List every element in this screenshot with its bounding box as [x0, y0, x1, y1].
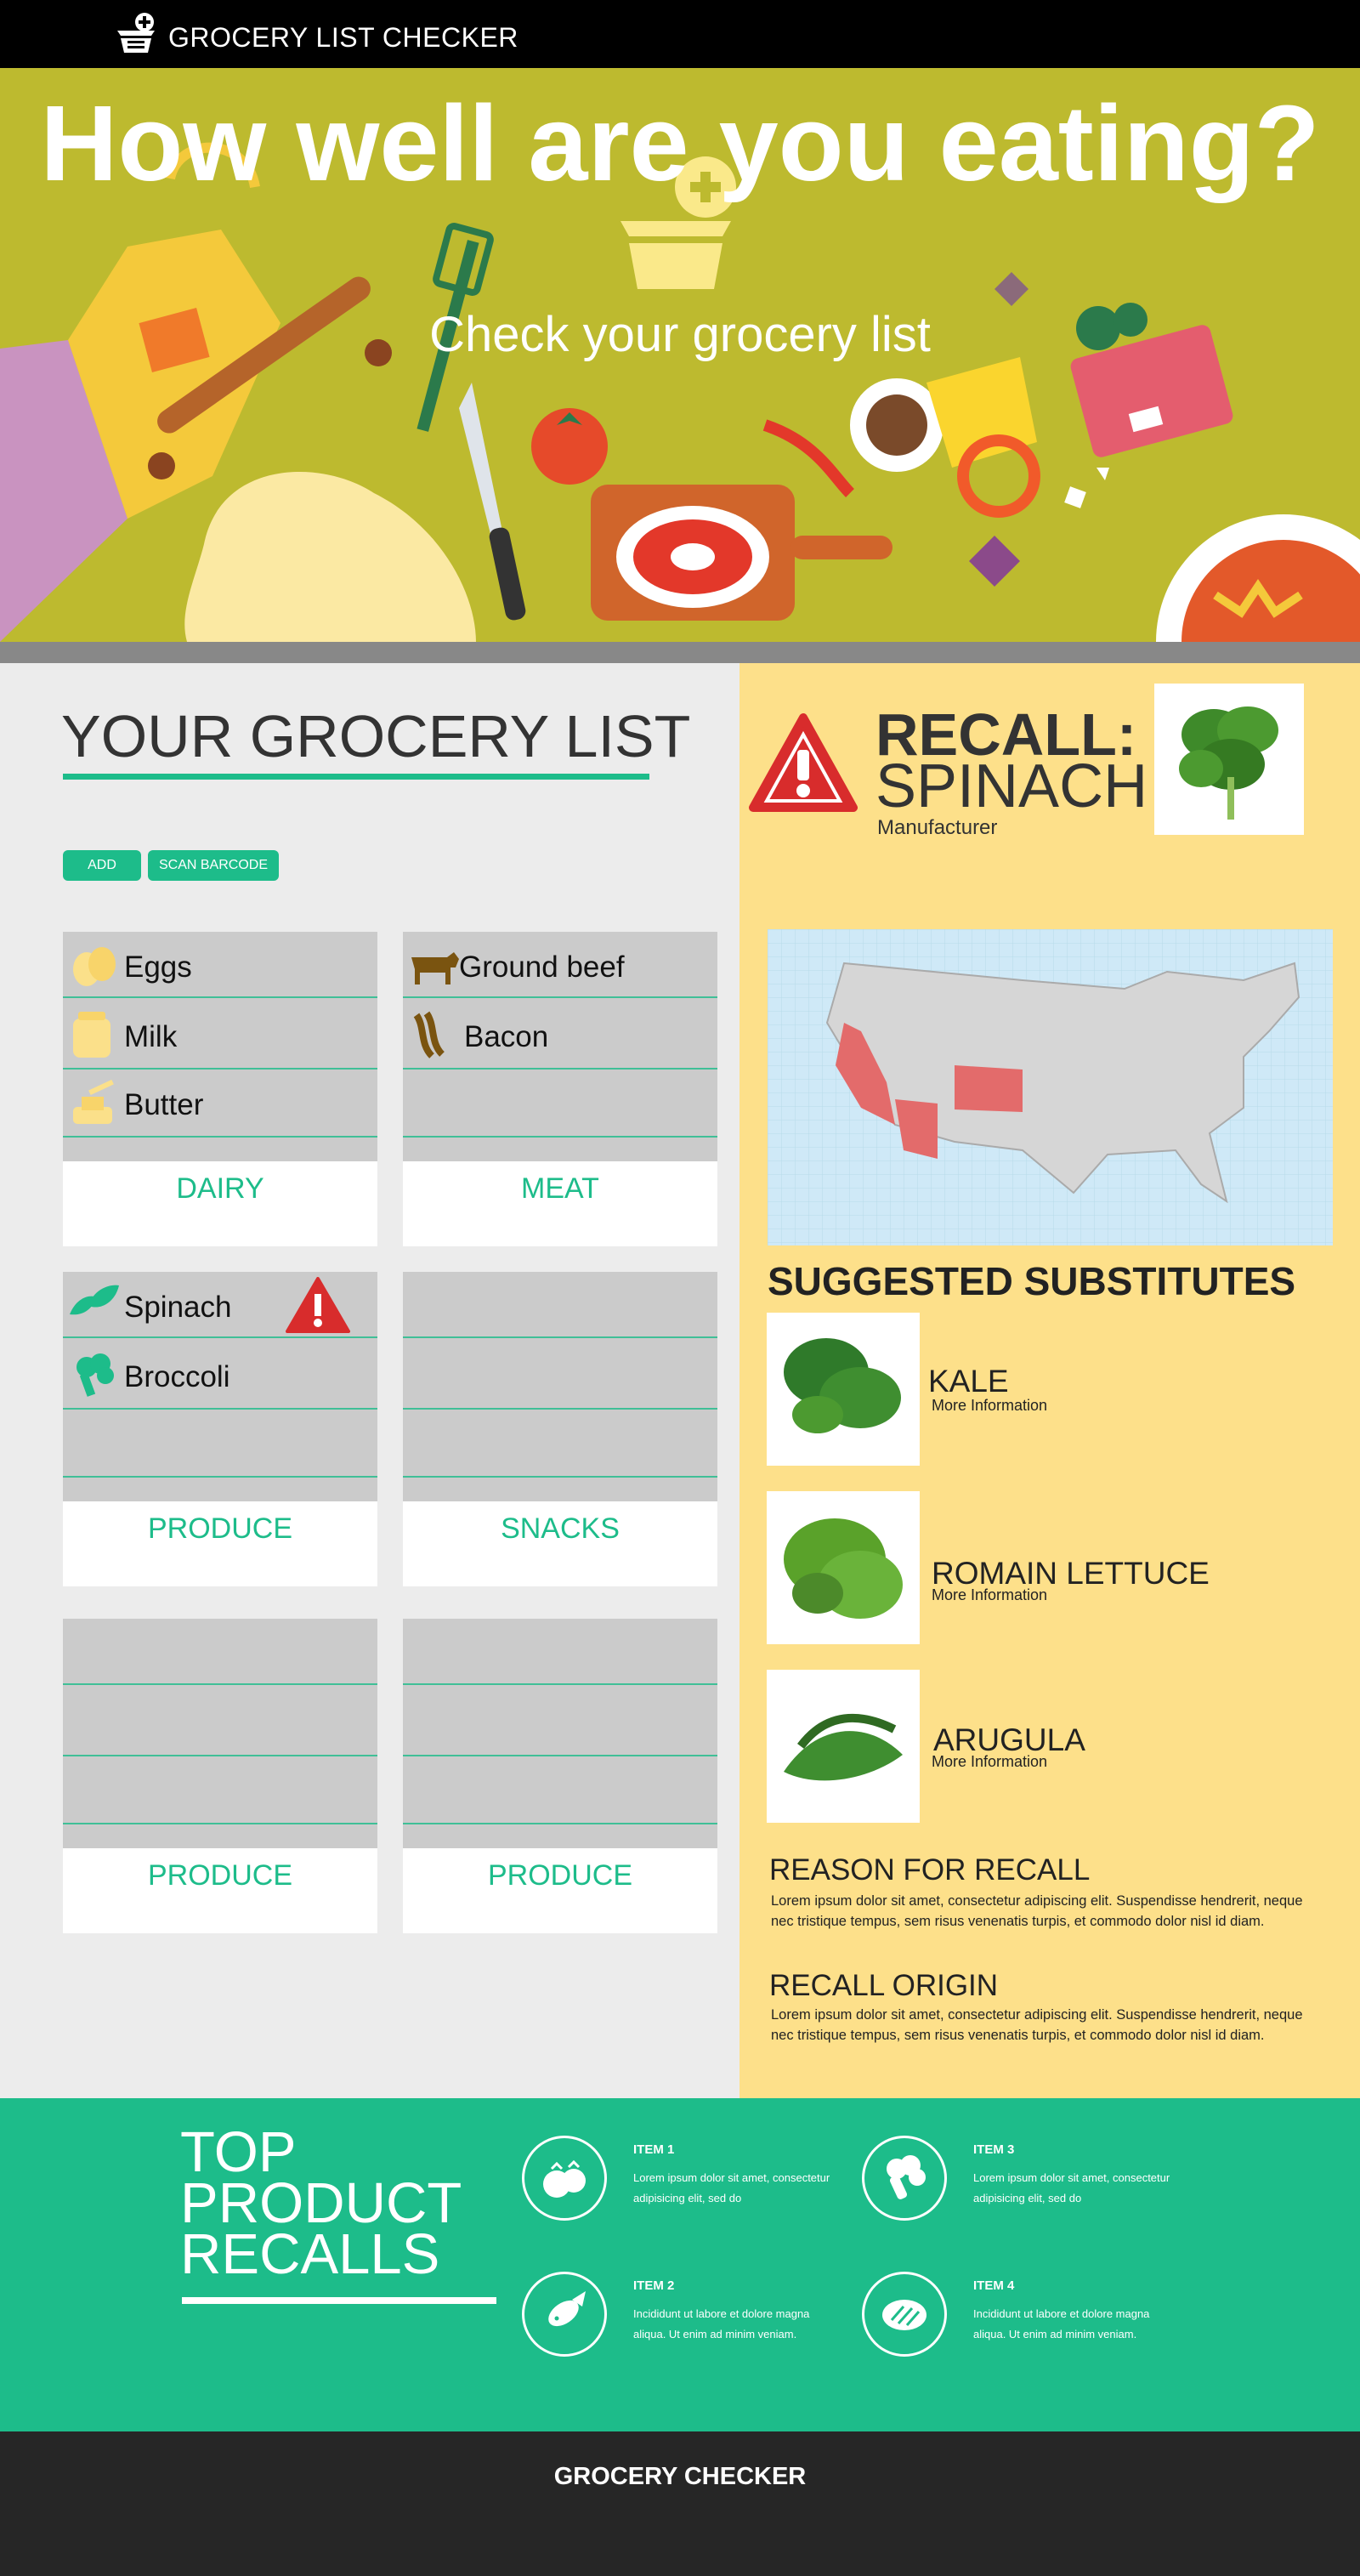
list-item[interactable]: Milk — [63, 1001, 377, 1068]
warning-icon — [749, 713, 858, 812]
section-divider — [0, 642, 1360, 663]
heading-underline — [182, 2297, 496, 2304]
slot-divider — [403, 1683, 717, 1685]
tomato-icon[interactable] — [522, 2136, 607, 2221]
slot-divider — [403, 1755, 717, 1756]
category-label: PRODUCE — [147, 1859, 293, 1892]
recall-item-title: ITEM 4 — [973, 2278, 1015, 2293]
category-label: PRODUCE — [147, 1512, 293, 1545]
reason-for-recall-text: Lorem ipsum dolor sit amet, consectetur … — [771, 1893, 1303, 1929]
recall-item-title: ITEM 3 — [973, 2142, 1015, 2157]
list-item[interactable]: Bacon — [403, 1001, 717, 1068]
add-button[interactable]: ADD — [63, 850, 141, 881]
recall-item-text: Lorem ipsum dolor sit amet, consectetur … — [633, 2171, 830, 2204]
arugula-photo[interactable] — [767, 1670, 920, 1823]
broccoli-icon — [76, 1353, 114, 1397]
bacon-icon — [413, 1011, 445, 1058]
list-item[interactable]: Spinach — [63, 1272, 377, 1338]
slot-divider — [63, 1755, 377, 1756]
category-label: DAIRY — [176, 1172, 264, 1205]
category-label: PRODUCE — [487, 1859, 633, 1892]
hero-title: How well are you eating? — [40, 83, 1320, 203]
item-label: Butter — [124, 1088, 204, 1121]
item-label: Bacon — [464, 1020, 549, 1053]
item-label: Spinach — [124, 1291, 232, 1324]
recall-item-text: Lorem ipsum dolor sit amet, consectetur … — [973, 2171, 1170, 2204]
butter-icon — [73, 1079, 114, 1124]
item-label: Eggs — [124, 950, 192, 984]
hero-banner: How well are you eating? Check your groc… — [0, 68, 1360, 642]
broccoli-icon[interactable] — [862, 2136, 947, 2221]
footer-brand: GROCERY CHECKER — [553, 2463, 807, 2490]
slot-divider — [63, 1476, 377, 1478]
top-product-recalls-heading: TOP PRODUCT RECALLS — [180, 2120, 462, 2286]
heading-line: PRODUCT — [180, 2171, 462, 2235]
slot-divider — [403, 1068, 717, 1070]
recall-origin-heading: RECALL ORIGIN — [769, 1969, 999, 2002]
recall-item-title: ITEM 1 — [633, 2142, 675, 2157]
recall-item-text: Incididunt ut labore et dolore magna ali… — [633, 2307, 810, 2341]
cow-icon — [411, 952, 459, 984]
slot-divider — [403, 1476, 717, 1478]
category-card-produce[interactable]: Spinach Broccoli PRODUCE — [63, 1272, 377, 1586]
item-label: Ground beef — [459, 950, 625, 984]
card-slots — [63, 1619, 377, 1848]
heading-underline — [63, 774, 649, 780]
slot-divider — [63, 1683, 377, 1685]
recall-manufacturer: Manufacturer — [877, 816, 998, 839]
heading-line: RECALLS — [180, 2222, 440, 2286]
app-title: GROCERY LIST CHECKER — [168, 22, 518, 53]
category-label: MEAT — [521, 1172, 599, 1205]
milk-icon — [73, 1012, 110, 1058]
recall-item-text: Incididunt ut labore et dolore magna ali… — [973, 2307, 1150, 2341]
category-card-snacks[interactable]: SNACKS — [403, 1272, 717, 1586]
recall-item-title: ITEM 2 — [633, 2278, 675, 2293]
slot-divider — [403, 1408, 717, 1410]
slot-divider — [63, 1823, 377, 1824]
heading-line: TOP — [180, 2120, 297, 2184]
category-card-produce-3[interactable]: PRODUCE — [403, 1619, 717, 1933]
slot-divider — [403, 1823, 717, 1824]
list-item[interactable]: Eggs — [63, 932, 377, 998]
scan-barcode-button[interactable]: SCAN BARCODE — [148, 850, 279, 881]
list-item[interactable]: Butter — [63, 1070, 377, 1136]
leaf-icon — [70, 1285, 119, 1315]
top-navbar: GROCERY LIST CHECKER — [0, 0, 1360, 68]
category-card-dairy[interactable]: Eggs Milk Butter DAIRY — [63, 932, 377, 1246]
card-slots — [403, 1619, 717, 1848]
eggs-icon — [73, 947, 116, 986]
kale-photo[interactable] — [767, 1313, 920, 1466]
romaine-lettuce-photo[interactable] — [767, 1491, 920, 1644]
basket-plus-icon[interactable] — [112, 10, 160, 58]
more-info-link[interactable]: More Information — [932, 1586, 1047, 1604]
recall-origin-text: Lorem ipsum dolor sit amet, consectetur … — [771, 2007, 1303, 2043]
category-label: SNACKS — [501, 1512, 620, 1545]
grocery-list-heading: YOUR GROCERY LIST — [61, 703, 691, 769]
category-card-meat[interactable]: Ground beef Bacon MEAT — [403, 932, 717, 1246]
list-item[interactable]: Ground beef — [403, 932, 717, 998]
list-item[interactable]: Broccoli — [63, 1342, 377, 1408]
item-label: Milk — [124, 1020, 178, 1053]
item-label: Broccoli — [124, 1360, 230, 1393]
recall-region-map — [768, 929, 1333, 1245]
substitute-name: KALE — [928, 1364, 1009, 1399]
suggested-substitutes-heading: SUGGESTED SUBSTITUTES — [768, 1259, 1296, 1303]
slot-divider — [403, 1136, 717, 1138]
slot-divider — [63, 1408, 377, 1410]
fish-icon[interactable] — [522, 2272, 607, 2357]
slot-divider — [63, 1136, 377, 1138]
site-footer — [0, 2431, 1360, 2576]
steak-icon[interactable] — [862, 2272, 947, 2357]
more-info-link[interactable]: More Information — [932, 1397, 1047, 1415]
reason-for-recall-heading: REASON FOR RECALL — [769, 1853, 1091, 1887]
recall-item-name: SPINACH — [876, 752, 1148, 820]
more-info-link[interactable]: More Information — [932, 1753, 1047, 1771]
hero-subtitle: Check your grocery list — [429, 307, 931, 362]
recall-alert-icon[interactable] — [286, 1277, 350, 1333]
category-card-produce-2[interactable]: PRODUCE — [63, 1619, 377, 1933]
slot-divider — [403, 1336, 717, 1338]
spinach-photo — [1154, 684, 1304, 835]
card-slots — [403, 1272, 717, 1501]
